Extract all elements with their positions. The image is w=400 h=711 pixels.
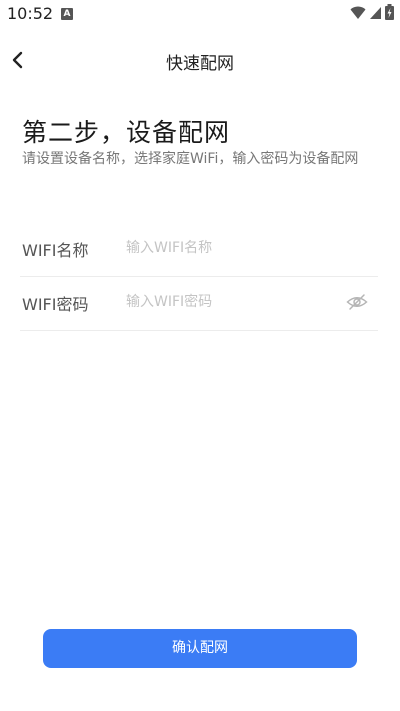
page-title: 快速配网 <box>166 54 234 74</box>
status-time: 10:52 <box>7 4 54 23</box>
header: 快速配网 <box>0 40 400 80</box>
a-box-icon: A <box>61 8 73 20</box>
eye-hidden-icon <box>346 294 368 310</box>
wifi-password-input[interactable] <box>126 288 336 316</box>
wifi-name-input[interactable] <box>126 234 336 262</box>
wifi-name-label: WIFI名称 <box>22 241 89 260</box>
signal-icon <box>369 5 382 24</box>
wifi-password-label: WIFI密码 <box>22 295 89 314</box>
status-icons <box>350 4 394 24</box>
battery-charging-icon <box>385 4 394 24</box>
password-visibility-toggle[interactable] <box>346 292 370 314</box>
status-bar: 10:52 A <box>0 0 400 28</box>
step-title: 第二步，设备配网 <box>22 118 231 147</box>
wifi-password-row: WIFI密码 <box>20 276 378 331</box>
screen: 10:52 A 快速配网 第二步，设备配网 请设置设备名称，选择家庭WiFi，输… <box>0 0 400 711</box>
step-description: 请设置设备名称，选择家庭WiFi，输入密码为设备配网 <box>22 151 359 167</box>
confirm-network-button[interactable]: 确认配网 <box>43 629 357 668</box>
wifi-icon <box>350 5 366 24</box>
wifi-name-row: WIFI名称 <box>20 222 378 277</box>
